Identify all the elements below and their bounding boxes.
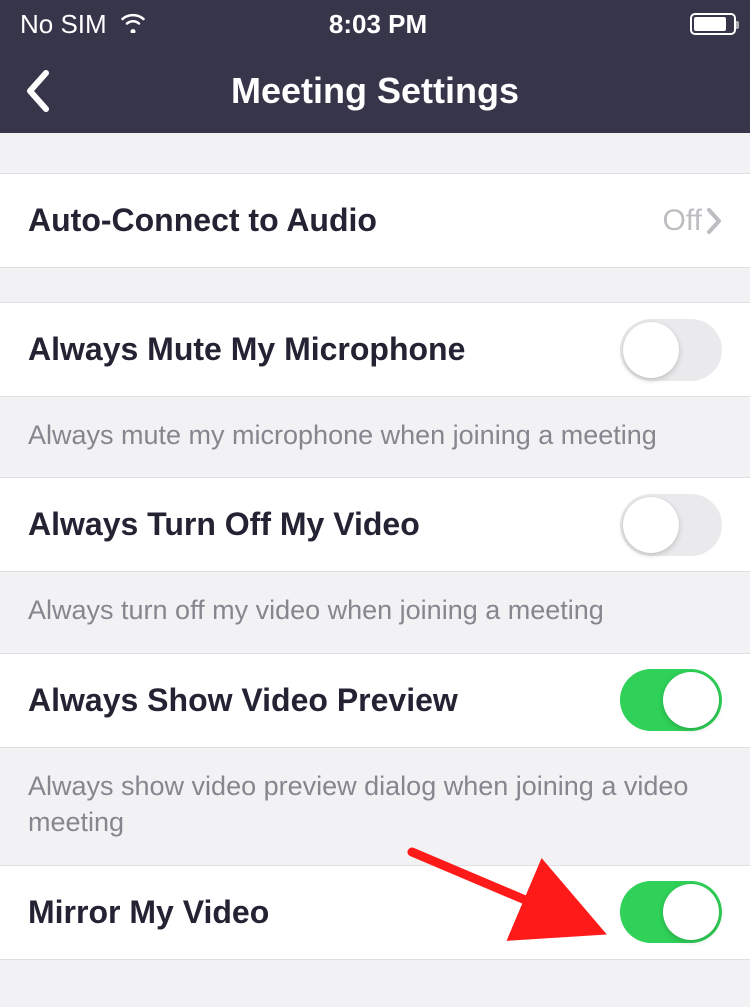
always-turn-off-video-label: Always Turn Off My Video (28, 506, 420, 543)
section-spacer (0, 133, 750, 173)
section-spacer (0, 268, 750, 302)
always-show-preview-row: Always Show Video Preview (0, 653, 750, 748)
mirror-video-row: Mirror My Video (0, 865, 750, 960)
always-mute-mic-toggle[interactable] (620, 319, 722, 381)
always-show-preview-label: Always Show Video Preview (28, 682, 458, 719)
battery-icon (690, 13, 736, 35)
page-title: Meeting Settings (0, 70, 750, 112)
back-button[interactable] (8, 61, 68, 121)
always-mute-mic-label: Always Mute My Microphone (28, 331, 465, 368)
auto-connect-audio-value-wrap: Off (663, 204, 722, 238)
chevron-right-icon (706, 207, 722, 235)
always-turn-off-video-description: Always turn off my video when joining a … (0, 572, 750, 652)
always-turn-off-video-toggle[interactable] (620, 494, 722, 556)
always-show-preview-toggle[interactable] (620, 669, 722, 731)
mirror-video-label: Mirror My Video (28, 894, 269, 931)
always-mute-mic-description: Always mute my microphone when joining a… (0, 397, 750, 477)
status-time: 8:03 PM (259, 9, 498, 40)
auto-connect-audio-label: Auto-Connect to Audio (28, 202, 377, 239)
always-turn-off-video-row: Always Turn Off My Video (0, 477, 750, 572)
auto-connect-audio-value: Off (663, 204, 702, 238)
nav-header: Meeting Settings (0, 48, 750, 133)
chevron-left-icon (24, 69, 52, 113)
status-left: No SIM (20, 9, 259, 40)
auto-connect-audio-row[interactable]: Auto-Connect to Audio Off (0, 173, 750, 268)
status-right (497, 13, 736, 35)
wifi-icon (119, 9, 147, 40)
status-bar: No SIM 8:03 PM (0, 0, 750, 48)
carrier-text: No SIM (20, 9, 107, 40)
mirror-video-toggle[interactable] (620, 881, 722, 943)
always-show-preview-description: Always show video preview dialog when jo… (0, 748, 750, 865)
always-mute-mic-row: Always Mute My Microphone (0, 302, 750, 397)
